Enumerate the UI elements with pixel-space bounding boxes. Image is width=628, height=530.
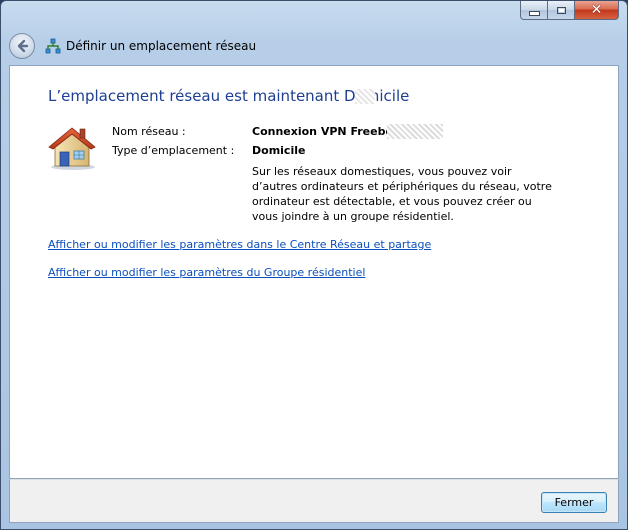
dialog-footer: Fermer bbox=[9, 479, 619, 523]
content-pane: L’emplacement réseau est maintenant Domi… bbox=[9, 65, 619, 479]
minimize-button[interactable] bbox=[520, 1, 547, 20]
location-description: Sur les réseaux domestiques, vous pouvez… bbox=[252, 165, 552, 223]
redacted-area bbox=[355, 89, 375, 104]
redacted-area bbox=[387, 124, 443, 139]
close-button[interactable]: Fermer bbox=[541, 492, 607, 513]
maximize-button[interactable] bbox=[547, 1, 574, 20]
homegroup-link[interactable]: Afficher ou modifier les paramètres du G… bbox=[48, 266, 365, 279]
network-name-label: Nom réseau : bbox=[112, 125, 186, 138]
network-icon bbox=[45, 38, 61, 54]
network-name-value: Connexion VPN Freebox bbox=[252, 125, 401, 138]
back-button[interactable] bbox=[9, 33, 35, 59]
close-window-button[interactable]: ✕ bbox=[574, 1, 619, 20]
close-icon: ✕ bbox=[590, 2, 603, 18]
nav-row: Définir un emplacement réseau bbox=[9, 29, 256, 63]
minimize-icon bbox=[528, 10, 540, 16]
location-type-value: Domicile bbox=[252, 144, 306, 157]
maximize-icon bbox=[556, 6, 566, 14]
network-center-link[interactable]: Afficher ou modifier les paramètres dans… bbox=[48, 238, 431, 251]
window-title: Définir un emplacement réseau bbox=[66, 39, 257, 53]
dialog-window: ✕ Définir un emplacement réseau L’emplac… bbox=[0, 0, 628, 530]
location-type-label: Type d’emplacement : bbox=[112, 144, 235, 157]
back-arrow-icon bbox=[17, 39, 29, 53]
house-icon bbox=[48, 127, 96, 170]
caption-buttons: ✕ bbox=[520, 1, 619, 21]
